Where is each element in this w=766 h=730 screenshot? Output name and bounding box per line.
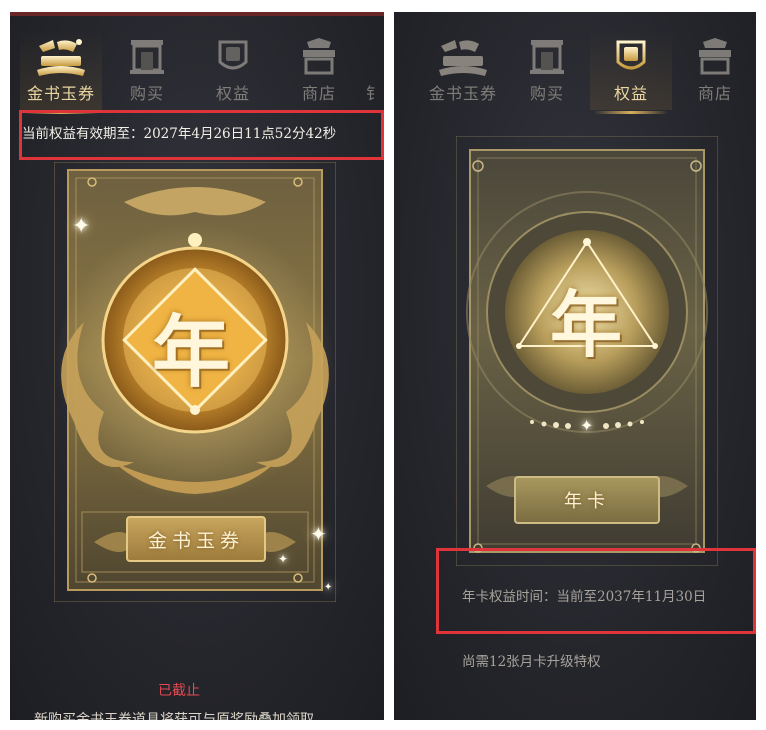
tab-gold-book[interactable]: 金书玉券 — [20, 30, 102, 114]
tab-label: 金书玉券 — [428, 84, 497, 103]
card-button-label: 年卡 — [564, 491, 610, 512]
tab-label: 权益 — [215, 84, 250, 103]
treasure-chest-icon — [695, 36, 735, 80]
tab-label: 商店 — [697, 84, 732, 103]
expired-status: 已截止 — [158, 683, 200, 699]
shield-badge-icon — [613, 36, 649, 80]
shield-badge-icon — [215, 36, 251, 80]
shop-gate-icon — [127, 36, 167, 80]
sparkle-icon: ✦ — [310, 522, 327, 546]
tab-purchase[interactable]: 购买 — [506, 30, 588, 110]
left-screen: 金书玉券 购买 权益 商店 钅 当前权益有效期至：2027年4月26日11点52… — [10, 12, 384, 720]
tab-benefits[interactable]: 权益 — [590, 30, 672, 114]
tab-label: 钅 — [366, 84, 384, 103]
shop-gate-icon — [527, 36, 567, 80]
gold-book-card: 年 金书玉券 ✦ ✦ ✦ ✦ — [54, 162, 336, 602]
sparkle-icon: ✦ — [72, 214, 91, 239]
tab-label: 权益 — [613, 84, 648, 103]
tab-label: 购买 — [129, 84, 164, 103]
tab-store[interactable]: 商店 — [674, 30, 756, 110]
annual-card-button[interactable]: 年卡 — [514, 476, 660, 524]
tab-label: 购买 — [529, 84, 564, 103]
gold-book-icon — [33, 36, 89, 84]
tab-label: 商店 — [301, 84, 336, 103]
sparkle-icon: ✦ — [324, 582, 333, 593]
gold-book-icon — [435, 36, 491, 84]
upgrade-requirement-text: 尚需12张月卡升级特权 — [462, 654, 601, 670]
right-screen: 金书玉券 购买 权益 商店 年 ✦ 年卡 年卡权益时间：当前至2037年11月3… — [394, 12, 756, 720]
benefit-time-text: 年卡权益时间：当前至2037年11月30日 — [462, 589, 707, 605]
card-button-label: 金书玉券 — [147, 529, 244, 552]
sparkle-icon: ✦ — [580, 416, 594, 435]
footer-note: 新购买金书玉券道具将获可与原奖励叠加领取 — [34, 712, 314, 720]
tab-benefits[interactable]: 权益 — [192, 30, 274, 110]
tab-store[interactable]: 商店 — [278, 30, 360, 110]
top-edge — [10, 12, 384, 16]
tab-gold-book[interactable]: 金书玉券 — [422, 30, 504, 110]
emblem-character: 年 — [550, 282, 623, 367]
tab-bar: 金书玉券 购买 权益 — [10, 30, 384, 114]
tab-purchase[interactable]: 购买 — [106, 30, 188, 110]
sparkle-icon: ✦ — [278, 552, 289, 566]
annual-card: 年 ✦ 年卡 — [456, 136, 718, 566]
gold-book-card-button[interactable]: 金书玉券 — [126, 516, 266, 562]
tab-label: 金书玉券 — [26, 84, 95, 103]
emblem-character: 年 — [152, 307, 231, 398]
tab-partial[interactable]: 钅 — [360, 30, 384, 110]
treasure-chest-icon — [299, 36, 339, 80]
tab-bar: 金书玉券 购买 权益 — [394, 30, 756, 114]
validity-text: 当前权益有效期至：2027年4月26日11点52分42秒 — [22, 126, 337, 142]
